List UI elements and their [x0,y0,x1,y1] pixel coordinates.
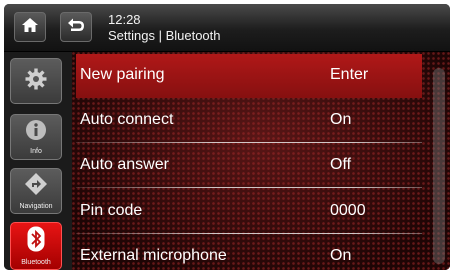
scrollbar[interactable] [433,68,445,264]
sidebar-item-label: Info [30,148,42,155]
sidebar-item-navigation[interactable]: Navigation [10,168,62,214]
home-button[interactable] [14,12,46,42]
back-button[interactable] [60,12,92,42]
home-icon [21,17,39,38]
sidebar-item-label: Bluetooth [21,259,51,266]
clock-time: 12:28 [108,12,141,27]
setting-row-new-pairing[interactable]: New pairing Enter [76,54,422,98]
sidebar: Info Navigation Bluetooth [4,52,72,270]
setting-value: Off [330,156,352,173]
info-icon [25,119,47,146]
setting-value: On [330,247,352,264]
sidebar-item-bluetooth[interactable]: Bluetooth [10,222,62,270]
setting-name: Auto connect [80,111,174,128]
setting-row-auto-answer[interactable]: Auto answer Off [76,144,422,188]
setting-value: 0000 [330,202,366,219]
settings-list: New pairing Enter Auto connect On Auto a… [72,52,450,270]
sidebar-item-settings[interactable] [10,58,62,104]
setting-name: Pin code [80,202,143,219]
setting-value: On [330,111,352,128]
navigation-icon [24,172,48,201]
sidebar-item-info[interactable]: Info [10,114,62,160]
setting-row-external-microphone[interactable]: External microphone On [76,235,422,270]
setting-name: Auto answer [80,156,169,173]
row-divider [76,142,422,143]
screen: 12:28 Settings | Bluetooth Info Navigati… [4,4,450,270]
back-arrow-icon [66,17,86,38]
sidebar-item-label: Navigation [19,203,53,210]
setting-row-auto-connect[interactable]: Auto connect On [76,99,422,143]
header-bar: 12:28 Settings | Bluetooth [4,4,450,52]
row-divider [76,187,422,188]
setting-name: External microphone [80,247,227,264]
breadcrumb: Settings | Bluetooth [108,28,221,43]
bluetooth-icon [27,226,45,257]
setting-value: Enter [330,66,369,83]
setting-name: New pairing [80,66,165,83]
gear-icon [24,67,48,96]
row-divider [76,233,422,234]
setting-row-pin-code[interactable]: Pin code 0000 [76,190,422,234]
